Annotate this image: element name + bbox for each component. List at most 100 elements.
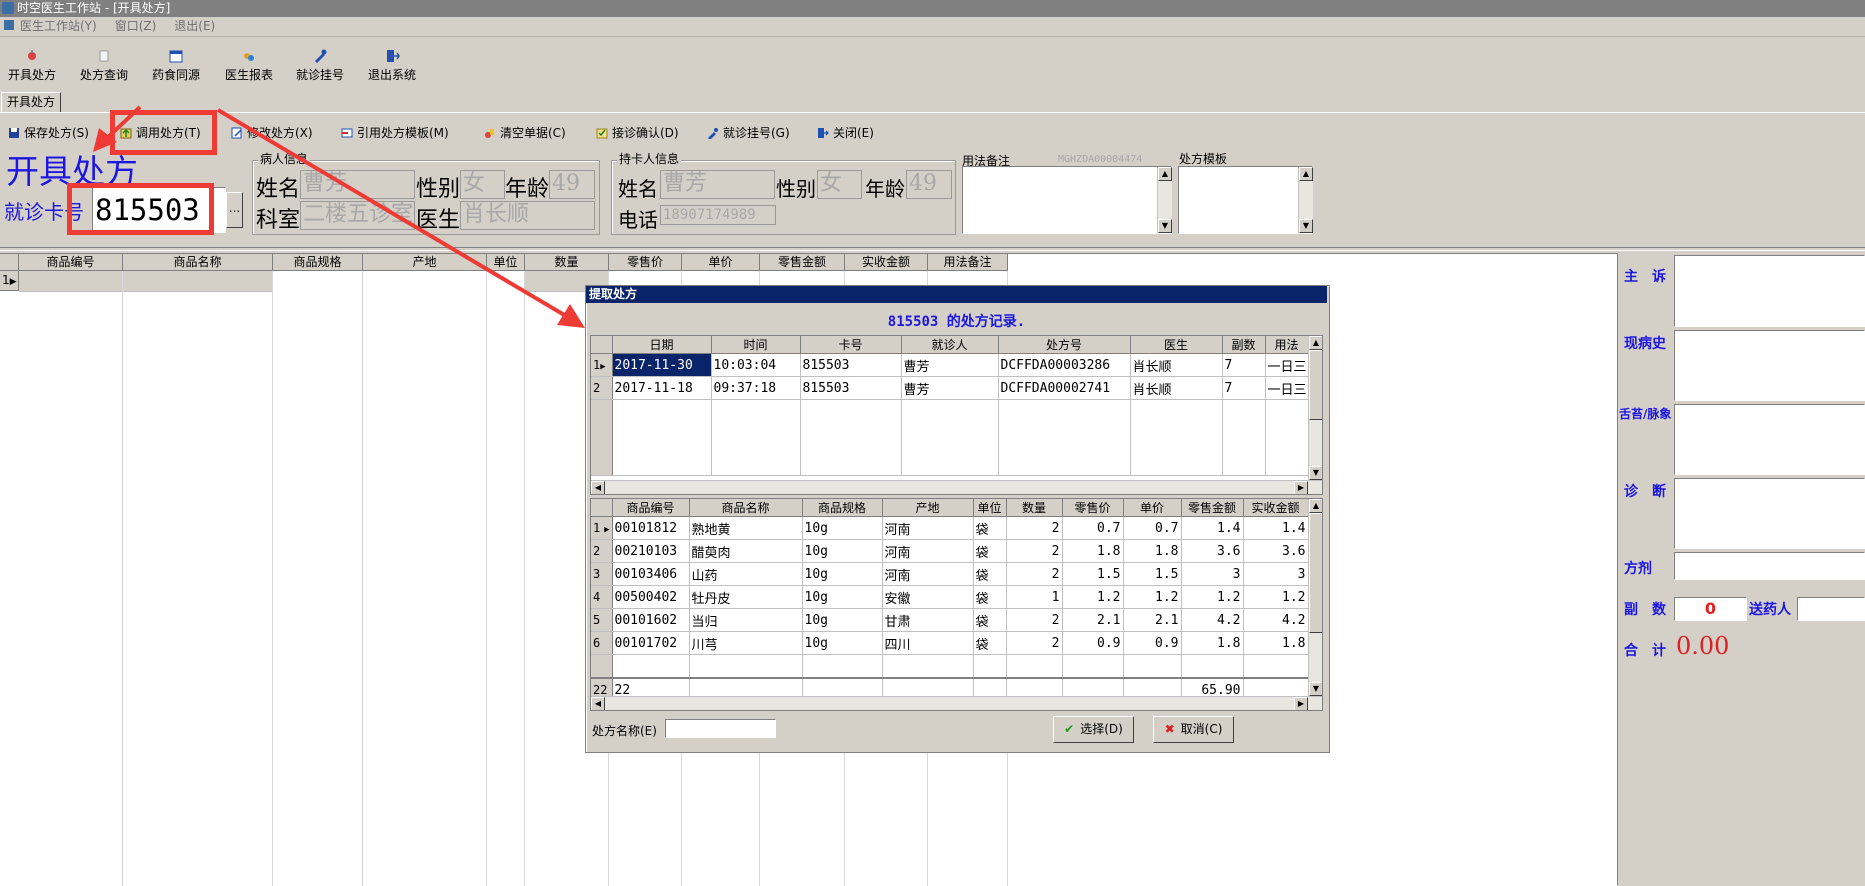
holder-sex-field[interactable]: 女 [817, 170, 862, 199]
item-name[interactable]: 山药 [689, 562, 803, 586]
usage-notes-scrollbar[interactable]: ▲ ▼ [1157, 167, 1172, 233]
scroll-left-icon[interactable]: ◀ [591, 481, 605, 494]
item-spec[interactable]: 10g [802, 585, 883, 609]
item-name[interactable]: 熟地黄 [689, 516, 803, 540]
col-header-paid[interactable]: 实收金额 [845, 254, 928, 271]
record-card[interactable]: 815503 [800, 353, 902, 377]
item-spec[interactable]: 10g [802, 539, 883, 563]
formula-input[interactable] [1674, 552, 1865, 580]
item-retail[interactable]: 2.1 [1062, 608, 1124, 632]
patient-age-field[interactable]: 49 [549, 170, 595, 199]
item-retail[interactable]: 1.5 [1062, 562, 1124, 586]
items-hscroll[interactable]: ◀ ▶ [591, 696, 1322, 710]
template-list[interactable] [1178, 166, 1313, 234]
toolbar-food-medicine-button[interactable]: 药食同源 [148, 48, 204, 83]
item-retail[interactable]: 0.9 [1062, 631, 1124, 655]
records-col-doses[interactable]: 副数 [1222, 336, 1266, 354]
item-row[interactable]: 2 00210103 醋萸肉 10g 河南 袋 2 1.8 1.8 3.6 3.… [591, 539, 1309, 563]
holder-name-field[interactable]: 曹芳 [660, 170, 775, 199]
scroll-down-icon[interactable]: ▼ [1158, 219, 1172, 233]
col-header-amount[interactable]: 零售金额 [760, 254, 845, 271]
items-col-origin[interactable]: 产地 [882, 499, 974, 517]
item-name[interactable]: 牡丹皮 [689, 585, 803, 609]
rx-name-input[interactable] [665, 719, 776, 738]
records-row[interactable]: 2 2017-11-18 09:37:18 815503 曹芳 DCFFDA00… [591, 376, 1309, 400]
record-usage[interactable]: 一日三 [1265, 353, 1309, 377]
cite-template-button[interactable]: 引用处方模板(M) [341, 123, 449, 143]
edit-prescription-button[interactable]: 修改处方(X) [231, 123, 313, 143]
records-col-usage[interactable]: 用法 [1265, 336, 1309, 354]
col-header-qty[interactable]: 数量 [525, 254, 609, 271]
record-doctor[interactable]: 肖长顺 [1130, 353, 1223, 377]
item-amount[interactable]: 4.2 [1181, 608, 1244, 632]
records-col-date[interactable]: 日期 [612, 336, 712, 354]
card-browse-button[interactable]: ... [226, 192, 243, 228]
record-usage[interactable]: 一日三 [1265, 376, 1309, 400]
records-vscroll[interactable]: ▲ ▼ [1308, 336, 1322, 480]
item-spec[interactable]: 10g [802, 631, 883, 655]
item-qty[interactable]: 2 [1006, 539, 1063, 563]
grid-row-header[interactable]: 1▶ [0, 271, 19, 291]
item-amount[interactable]: 3 [1181, 562, 1244, 586]
records-col-time[interactable]: 时间 [711, 336, 801, 354]
scroll-down-icon[interactable]: ▼ [1309, 466, 1322, 480]
items-col-retail[interactable]: 零售价 [1062, 499, 1124, 517]
item-paid[interactable]: 3 [1243, 562, 1309, 586]
item-price[interactable]: 0.7 [1123, 516, 1182, 540]
records-grid[interactable]: 日期 时间 卡号 就诊人 处方号 医生 副数 用法 1▶ 2017-11-30 … [590, 335, 1323, 495]
item-unit[interactable]: 袋 [973, 516, 1007, 540]
record-rx[interactable]: DCFFDA00003286 [998, 353, 1131, 377]
patient-sex-field[interactable]: 女 [460, 170, 505, 199]
item-price[interactable]: 1.2 [1123, 585, 1182, 609]
item-amount[interactable]: 3.6 [1181, 539, 1244, 563]
item-price[interactable]: 1.5 [1123, 562, 1182, 586]
items-col-qty[interactable]: 数量 [1006, 499, 1063, 517]
toolbar-register-button[interactable]: 就诊挂号 [292, 48, 348, 83]
item-qty[interactable]: 1 [1006, 585, 1063, 609]
item-price[interactable]: 0.9 [1123, 631, 1182, 655]
item-paid[interactable]: 1.2 [1243, 585, 1309, 609]
doses-input[interactable]: 0 [1674, 597, 1747, 621]
item-spec[interactable]: 10g [802, 608, 883, 632]
item-qty[interactable]: 2 [1006, 516, 1063, 540]
item-code[interactable]: 00210103 [612, 539, 690, 563]
records-col-rx[interactable]: 处方号 [998, 336, 1131, 354]
record-time[interactable]: 09:37:18 [711, 376, 801, 400]
item-unit[interactable]: 袋 [973, 631, 1007, 655]
scroll-down-icon[interactable]: ▼ [1299, 219, 1313, 233]
select-button[interactable]: ✔ 选择(D) [1053, 716, 1134, 743]
item-unit[interactable]: 袋 [973, 608, 1007, 632]
records-col-doctor[interactable]: 医生 [1130, 336, 1223, 354]
item-price[interactable]: 1.8 [1123, 539, 1182, 563]
items-col-amount[interactable]: 零售金额 [1181, 499, 1244, 517]
items-col-spec[interactable]: 商品规格 [802, 499, 883, 517]
menu-item-window[interactable]: 窗口(Z) [115, 17, 157, 36]
item-paid[interactable]: 1.8 [1243, 631, 1309, 655]
item-amount[interactable]: 1.2 [1181, 585, 1244, 609]
scroll-up-icon[interactable]: ▲ [1299, 167, 1313, 181]
item-origin[interactable]: 河南 [882, 539, 974, 563]
menu-item-exit[interactable]: 退出(E) [174, 17, 215, 36]
patient-name-field[interactable]: 曹芳 [300, 170, 415, 199]
records-col-patient[interactable]: 就诊人 [901, 336, 999, 354]
record-rx[interactable]: DCFFDA00002741 [998, 376, 1131, 400]
item-code[interactable]: 00500402 [612, 585, 690, 609]
item-qty[interactable]: 2 [1006, 631, 1063, 655]
item-unit[interactable]: 袋 [973, 585, 1007, 609]
scroll-right-icon[interactable]: ▶ [1294, 481, 1308, 494]
usage-notes-textarea[interactable] [962, 166, 1172, 234]
toolbar-query-button[interactable]: 处方查询 [76, 48, 132, 83]
clear-form-button[interactable]: 清空单据(C) [484, 123, 566, 143]
present-history-input[interactable] [1674, 330, 1865, 401]
toolbar-exit-button[interactable]: 退出系统 [364, 48, 420, 83]
item-qty[interactable]: 2 [1006, 608, 1063, 632]
item-qty[interactable]: 2 [1006, 562, 1063, 586]
item-row[interactable]: 4 00500402 牡丹皮 10g 安徽 袋 1 1.2 1.2 1.2 1.… [591, 585, 1309, 609]
item-amount[interactable]: 1.8 [1181, 631, 1244, 655]
toolbar-report-button[interactable]: 医生报表 [220, 48, 278, 83]
scroll-up-icon[interactable]: ▲ [1158, 167, 1172, 181]
item-name[interactable]: 川芎 [689, 631, 803, 655]
patient-doctor-field[interactable]: 肖长顺 [460, 201, 595, 230]
holder-age-field[interactable]: 49 [906, 170, 952, 199]
col-header-origin[interactable]: 产地 [363, 254, 487, 271]
